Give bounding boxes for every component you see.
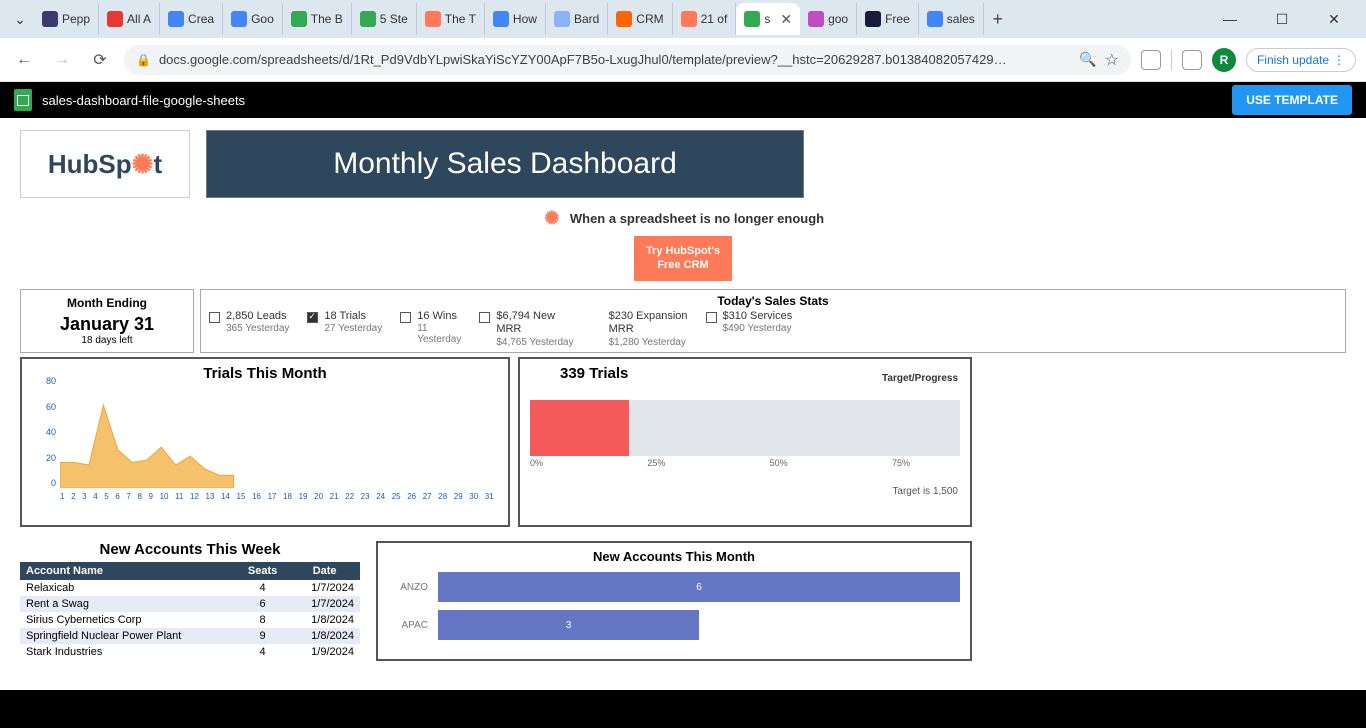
browser-tab[interactable]: Bard (546, 3, 608, 35)
browser-tab[interactable]: 5 Ste (352, 3, 417, 35)
browser-tab[interactable]: All A (99, 3, 160, 35)
new-accounts-week-table: New Accounts This Week Account NameSeats… (20, 541, 360, 661)
browser-tab[interactable]: How (485, 3, 546, 35)
forward-button[interactable]: → (48, 46, 76, 74)
hbar-row: ANZO6 (388, 572, 960, 602)
favicon (865, 11, 881, 27)
favicon (554, 11, 570, 27)
favicon (231, 11, 247, 27)
browser-tab[interactable]: Pepp (34, 3, 99, 35)
browser-tab[interactable]: Crea (160, 3, 223, 35)
favicon (493, 11, 509, 27)
document-header: sales-dashboard-file-google-sheets USE T… (0, 82, 1366, 118)
stat-item: 16 Wins11Yesterday (400, 310, 461, 349)
spreadsheet-canvas: HubSp✺t Monthly Sales Dashboard ✺ When a… (0, 118, 1366, 728)
tab-search-button[interactable]: ⌄ (6, 5, 34, 33)
stat-item: $6,794 NewMRR$4,765 Yesterday (479, 310, 573, 349)
checkbox[interactable] (400, 312, 411, 323)
checkbox[interactable] (479, 312, 490, 323)
try-free-crm-button[interactable]: Try HubSpot's Free CRM (634, 236, 732, 281)
checkbox[interactable] (209, 312, 220, 323)
promo-text: When a spreadsheet is no longer enough (570, 211, 824, 226)
checkbox[interactable] (307, 312, 318, 323)
finish-update-button[interactable]: Finish update⋮ (1246, 48, 1356, 72)
separator (1171, 49, 1172, 71)
trials-this-month-chart: Trials This Month 020406080 123456789101… (20, 357, 510, 527)
favicon (927, 11, 943, 27)
back-button[interactable]: ← (10, 46, 38, 74)
checkbox[interactable] (706, 312, 717, 323)
browser-tab[interactable]: s✕ (736, 3, 800, 35)
stat-item: 18 Trials27 Yesterday (307, 310, 382, 349)
favicon (168, 11, 184, 27)
profile-avatar[interactable]: R (1212, 48, 1236, 72)
hubspot-sprocket-icon: ✺ (132, 149, 154, 180)
window-maximize-button[interactable]: ☐ (1268, 11, 1296, 28)
window-close-button[interactable]: ✕ (1320, 11, 1348, 28)
favicon (808, 11, 824, 27)
browser-tab[interactable]: Goo (223, 3, 283, 35)
favicon (616, 11, 632, 27)
browser-tab[interactable]: The B (283, 3, 352, 35)
side-panel-icon[interactable] (1182, 50, 1202, 70)
table-row: Sirius Cybernetics Corp81/8/2024 (20, 612, 360, 628)
use-template-button[interactable]: USE TEMPLATE (1232, 85, 1352, 115)
table-row: Rent a Swag61/7/2024 (20, 596, 360, 612)
table-row: Springfield Nuclear Power Plant91/8/2024 (20, 628, 360, 644)
hubspot-logo: HubSp✺t (20, 130, 190, 198)
favicon (744, 11, 760, 27)
progress-bar-fill (530, 400, 629, 456)
browser-tab[interactable]: sales (919, 3, 984, 35)
browser-tab[interactable]: CRM (608, 3, 672, 35)
window-minimize-button[interactable]: — (1216, 11, 1244, 28)
hubspot-glyph-icon: ✺ (542, 208, 562, 228)
url-input[interactable]: 🔒 docs.google.com/spreadsheets/d/1Rt_Pd9… (124, 45, 1131, 75)
browser-tab[interactable]: goo (800, 3, 857, 35)
favicon (681, 11, 697, 27)
stat-item: 2,850 Leads365 Yesterday (209, 310, 289, 349)
browser-tab[interactable]: Free (857, 3, 919, 35)
footer-strip (0, 690, 1366, 728)
favicon (42, 11, 58, 27)
new-accounts-month-chart: New Accounts This Month ANZO6APAC3 (376, 541, 972, 661)
month-ending-box: Month Ending January 31 18 days left (20, 289, 194, 354)
table-row: Relaxicab41/7/2024 (20, 580, 360, 596)
today-sales-stats: Today's Sales Stats 2,850 Leads365 Yeste… (200, 289, 1346, 354)
browser-tab[interactable]: 21 of (673, 3, 737, 35)
stat-item: $310 Services$490 Yesterday (706, 310, 793, 349)
favicon (360, 11, 376, 27)
address-bar: ← → ⟳ 🔒 docs.google.com/spreadsheets/d/1… (0, 38, 1366, 82)
table-row: Stark Industries41/9/2024 (20, 644, 360, 660)
new-tab-button[interactable]: + (984, 9, 1012, 30)
browser-tab[interactable]: The T (417, 3, 485, 35)
site-info-icon[interactable]: 🔒 (136, 53, 151, 67)
favicon (291, 11, 307, 27)
bookmark-icon[interactable]: ☆ (1105, 50, 1119, 70)
sheets-icon (14, 89, 32, 111)
extensions-icon[interactable] (1141, 50, 1161, 70)
dashboard-title: Monthly Sales Dashboard (206, 130, 804, 198)
reload-button[interactable]: ⟳ (86, 46, 114, 74)
browser-tab-strip: ⌄ PeppAll ACreaGooThe B5 SteThe THowBard… (0, 0, 1366, 38)
favicon (107, 11, 123, 27)
stat-item: $230 ExpansionMRR$1,280 Yesterday (592, 310, 688, 349)
trials-progress-chart: 339 Trials Target/Progress 0%25%50%75% T… (518, 357, 972, 527)
url-text: docs.google.com/spreadsheets/d/1Rt_Pd9Vd… (159, 52, 1071, 67)
zoom-icon[interactable]: 🔍 (1079, 51, 1096, 68)
close-tab-icon[interactable]: ✕ (780, 11, 792, 28)
progress-bar-track (530, 400, 960, 456)
document-filename: sales-dashboard-file-google-sheets (42, 93, 245, 108)
hbar-row: APAC3 (388, 610, 960, 640)
favicon (425, 11, 441, 27)
